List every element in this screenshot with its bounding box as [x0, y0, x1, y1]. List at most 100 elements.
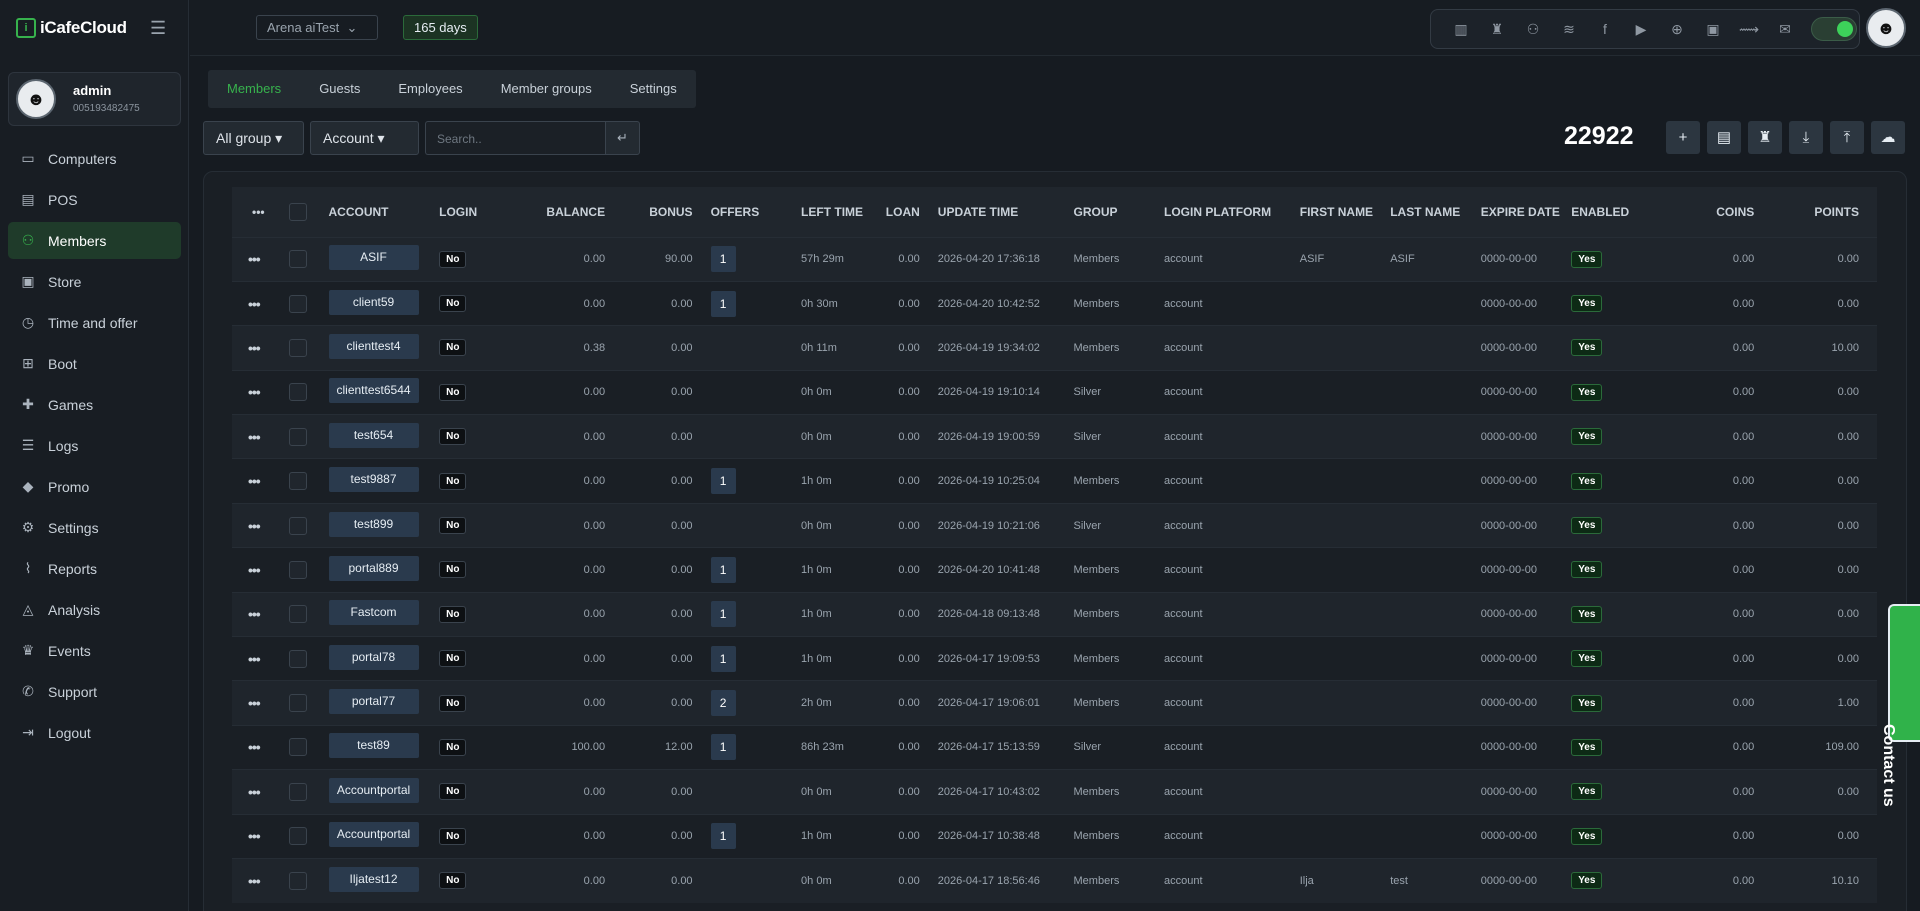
row-checkbox[interactable]	[289, 459, 328, 503]
account-link[interactable]: ASIF	[328, 245, 419, 271]
row-menu-icon[interactable]: •••	[232, 281, 289, 325]
group-select[interactable]: All group ▾	[203, 121, 304, 155]
row-menu-icon[interactable]: •••	[232, 459, 289, 503]
enabled-badge[interactable]: Yes	[1571, 694, 1603, 712]
enabled-badge[interactable]: Yes	[1571, 428, 1603, 446]
header-left-time[interactable]: LEFT TIME	[801, 187, 881, 237]
account-link[interactable]: portal77	[328, 689, 419, 715]
table-row[interactable]: ••• clienttest6544 No 0.00 0.00 0h 0m 0.00 2026…	[232, 370, 1877, 415]
upload-icon[interactable]: ⤒	[1830, 121, 1864, 154]
theme-toggle[interactable]	[1811, 17, 1857, 41]
mail-icon[interactable]: ✉	[1767, 21, 1803, 38]
header-expire-date[interactable]: EXPIRE DATE	[1481, 187, 1571, 237]
account-link[interactable]: Accountportal	[328, 777, 419, 803]
account-link[interactable]: clienttest6544	[328, 378, 419, 404]
enabled-badge[interactable]: Yes	[1571, 605, 1603, 623]
cloud-upload-icon[interactable]: ☁	[1871, 121, 1905, 154]
account-link[interactable]: test899	[328, 511, 419, 537]
trophy-icon[interactable]: ♜	[1748, 121, 1782, 154]
table-row[interactable]: ••• portal78 No 0.00 0.00 1 1h 0m 0.00 2026-04-1…	[232, 636, 1877, 681]
sidebar-item-reports[interactable]: ⌇ Reports	[8, 550, 181, 587]
rss-icon[interactable]: ≋	[1551, 21, 1587, 38]
row-menu-icon[interactable]: •••	[232, 681, 289, 725]
table-row[interactable]: ••• portal77 No 0.00 0.00 2 2h 0m 0.00 2026-04-1…	[232, 680, 1877, 726]
facebook-icon[interactable]: f	[1587, 21, 1623, 37]
field-select[interactable]: Account ▾	[310, 121, 419, 155]
table-row[interactable]: ••• Accountportal No 0.00 0.00 0h 0m 0.00 2026-…	[232, 769, 1877, 815]
header-menu-icon[interactable]: •••	[232, 187, 289, 237]
account-link[interactable]: Accountportal	[328, 822, 419, 848]
table-row[interactable]: ••• ASIF No 0.00 90.00 1 57h 29m 0.00 2026-04-20…	[232, 237, 1877, 282]
row-checkbox[interactable]	[289, 548, 328, 592]
sidebar-item-members[interactable]: ⚇ Members	[8, 222, 181, 259]
sidebar-item-logs[interactable]: ☰ Logs	[8, 427, 181, 464]
offers-badge[interactable]: 1	[710, 734, 736, 761]
row-checkbox[interactable]	[289, 681, 328, 725]
row-checkbox[interactable]	[289, 237, 328, 281]
header-account[interactable]: ACCOUNT	[329, 187, 440, 237]
enabled-badge[interactable]: Yes	[1571, 250, 1603, 268]
offers-badge[interactable]: 1	[710, 246, 736, 273]
header-enabled[interactable]: ENABLED	[1571, 187, 1672, 237]
offers-badge[interactable]: 1	[710, 290, 736, 317]
contact-us-button[interactable]: Contact us	[1880, 604, 1920, 807]
users-icon[interactable]: ⚇	[1515, 21, 1551, 38]
offers-badge[interactable]: 1	[710, 823, 736, 850]
enabled-badge[interactable]: Yes	[1571, 517, 1603, 535]
row-checkbox[interactable]	[289, 814, 328, 858]
row-checkbox[interactable]	[289, 858, 328, 902]
row-menu-icon[interactable]: •••	[232, 858, 289, 902]
download-icon[interactable]: ⤓	[1789, 121, 1823, 154]
sidebar-item-games[interactable]: ✚ Games	[8, 386, 181, 423]
table-row[interactable]: ••• test89 No 100.00 12.00 1 86h 23m 0.00 2026-0…	[232, 725, 1877, 770]
sidebar-item-store[interactable]: ▣ Store	[8, 263, 181, 300]
row-checkbox[interactable]	[289, 770, 328, 814]
search-input[interactable]: Search..	[425, 121, 605, 155]
offers-badge[interactable]: 1	[710, 556, 736, 583]
account-link[interactable]: portal78	[328, 644, 419, 670]
row-menu-icon[interactable]: •••	[232, 725, 289, 769]
enabled-badge[interactable]: Yes	[1571, 295, 1603, 313]
profile-card[interactable]: ☻ admin 005193482475	[8, 72, 181, 126]
header-last-name[interactable]: LAST NAME	[1390, 187, 1480, 237]
calculator-icon[interactable]: ▤	[1707, 121, 1741, 154]
offers-badge[interactable]: 1	[710, 645, 736, 672]
table-row[interactable]: ••• client59 No 0.00 0.00 1 0h 30m 0.00 2026-04-…	[232, 281, 1877, 326]
account-link[interactable]: test89	[328, 733, 419, 759]
ranking-icon[interactable]: ▥	[1443, 21, 1479, 38]
account-link[interactable]: test654	[328, 422, 419, 448]
enabled-badge[interactable]: Yes	[1571, 339, 1603, 357]
table-row[interactable]: ••• portal889 No 0.00 0.00 1 1h 0m 0.00 2026-04-…	[232, 547, 1877, 593]
header-login[interactable]: LOGIN	[439, 187, 538, 237]
user-avatar[interactable]: ☻	[1866, 8, 1906, 48]
handshake-icon[interactable]: ⟿	[1731, 21, 1767, 38]
table-row[interactable]: ••• test9887 No 0.00 0.00 1 1h 0m 0.00 2026-04-1…	[232, 458, 1877, 504]
tab-members[interactable]: Members	[208, 70, 300, 108]
row-menu-icon[interactable]: •••	[232, 237, 289, 281]
sidebar-item-settings[interactable]: ⚙ Settings	[8, 509, 181, 546]
globe-icon[interactable]: ⊕	[1659, 21, 1695, 38]
offers-badge[interactable]: 1	[710, 601, 736, 628]
header-coins[interactable]: COINS	[1672, 187, 1773, 237]
row-checkbox[interactable]	[289, 326, 328, 370]
header-login-platform[interactable]: LOGIN PLATFORM	[1164, 187, 1300, 237]
sidebar-item-computers[interactable]: ▭ Computers	[8, 140, 181, 177]
enabled-badge[interactable]: Yes	[1571, 472, 1603, 490]
select-all-checkbox[interactable]	[289, 187, 328, 237]
table-row[interactable]: ••• test899 No 0.00 0.00 0h 0m 0.00 2026-04-19 …	[232, 503, 1877, 548]
account-link[interactable]: client59	[328, 289, 419, 315]
tab-member-groups[interactable]: Member groups	[482, 70, 611, 108]
sidebar-item-logout[interactable]: ⇥ Logout	[8, 714, 181, 751]
header-update-time[interactable]: UPDATE TIME	[938, 187, 1074, 237]
trophy-icon[interactable]: ♜	[1479, 21, 1515, 38]
enabled-badge[interactable]: Yes	[1571, 561, 1603, 579]
tab-settings[interactable]: Settings	[611, 70, 696, 108]
row-checkbox[interactable]	[289, 370, 328, 414]
enabled-badge[interactable]: Yes	[1571, 827, 1603, 845]
table-row[interactable]: ••• clienttest4 No 0.38 0.00 0h 11m 0.00 2026-0…	[232, 325, 1877, 371]
youtube-icon[interactable]: ▶	[1623, 21, 1659, 38]
tab-guests[interactable]: Guests	[300, 70, 379, 108]
row-checkbox[interactable]	[289, 503, 328, 547]
store-selector[interactable]: Arena aiTest ⌄	[256, 15, 378, 40]
sidebar-item-analysis[interactable]: ◬ Analysis	[8, 591, 181, 628]
